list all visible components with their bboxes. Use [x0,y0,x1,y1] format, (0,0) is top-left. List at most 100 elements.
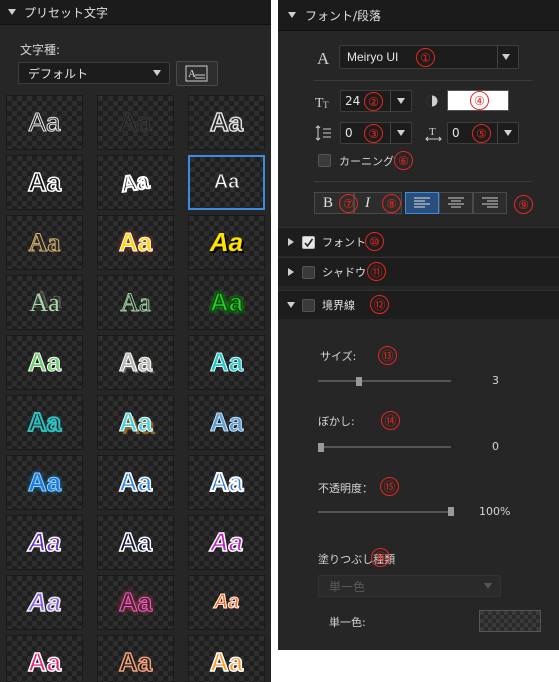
color-contrast-icon [426,95,438,107]
font-type-dropdown[interactable]: デフォルト [18,62,170,84]
preset-tile[interactable]: Aa [188,335,265,390]
chevron-down-icon [397,98,405,104]
annotation-13: ⑬ [378,346,397,365]
preset-sample-text: Aa [28,107,61,138]
preset-tile[interactable]: Aa [6,635,83,682]
preset-tile[interactable]: Aa [97,155,174,210]
annotation-15: ⑮ [380,477,399,496]
font-paragraph-title: フォント/段落 [305,8,382,23]
preset-sample-text: Aa [118,407,153,438]
preset-sample-text: Aa [29,287,60,317]
font-type-value: デフォルト [28,66,89,81]
font-paragraph-header[interactable]: フォント/段落 [278,0,559,31]
preset-tile[interactable]: Aa [97,335,174,390]
preset-tile[interactable]: Aa [188,155,265,210]
preset-tile[interactable]: Aa [188,395,265,450]
chevron-down-icon [397,130,405,136]
kerning-label: カーニング [339,155,394,168]
preset-tile[interactable]: Aa [97,215,174,270]
preset-tile[interactable]: Aa [188,515,265,570]
preset-sample-text: Aa [120,287,151,317]
preset-tile[interactable]: Aa [188,215,265,270]
preset-tile[interactable]: Aa [6,155,83,210]
preset-text-panel: プリセット文字 文字種: デフォルト A Aa Aa Aa Aa Aa Aa Aa Aa Aa A… [0,0,271,682]
font-section-checkbox[interactable] [302,235,315,249]
preset-sample-text: Aa [118,646,153,678]
text-preview-icon: A [185,65,208,82]
text-preview-button[interactable]: A [176,61,218,86]
preset-sample-text: Aa [209,466,244,498]
border-blur-slider[interactable] [318,446,451,448]
preset-sample-text: Aa [209,646,244,678]
preset-tile[interactable]: Aa [6,575,83,630]
char-spacing-icon: T [425,126,442,141]
shadow-section-header[interactable]: シャドウ [278,257,559,286]
preset-sample-text: Aa [209,526,244,558]
text-properties-panel: フォント/段落 A Meiryo UI ① T T 24 ② ④ 0 ③ T 0… [278,0,559,650]
preset-tile[interactable]: Aa [97,515,174,570]
preset-tile[interactable]: Aa [6,215,83,270]
border-size-slider[interactable] [318,380,451,382]
shadow-section-checkbox[interactable] [302,265,315,279]
expand-arrow-icon[interactable] [288,268,294,276]
align-right-icon [482,197,498,208]
preset-tile[interactable]: Aa [6,95,83,150]
preset-tile[interactable]: Aa [6,455,83,510]
collapse-arrow-icon[interactable] [288,12,296,18]
preset-panel-header[interactable]: プリセット文字 [0,0,271,25]
preset-sample-text: Aa [27,347,62,378]
preset-tile[interactable]: Aa [188,275,265,330]
single-color-label: 単一色: [329,616,366,629]
chevron-down-icon [153,70,161,76]
line-spacing-value: 0 [345,126,353,140]
border-opacity-slider-thumb[interactable] [448,507,454,516]
annotation-5: ⑤ [472,124,491,143]
preset-tile[interactable]: Aa [188,95,265,150]
font-section-header[interactable]: フォント [278,227,559,256]
border-size-slider-thumb[interactable] [356,377,363,386]
collapse-arrow-icon[interactable] [287,302,295,308]
preset-tile[interactable]: Aa [188,575,265,630]
preset-tile[interactable]: Aa [6,395,83,450]
preset-sample-text: Aa [118,347,153,378]
annotation-8: ⑧ [382,194,401,213]
border-section-header[interactable]: 境界線 [278,290,559,319]
preset-tile[interactable]: Aa [97,635,174,682]
border-opacity-value: 100% [479,505,511,518]
kerning-checkbox[interactable] [318,154,331,167]
preset-tile[interactable]: Aa [188,635,265,682]
preset-tile[interactable]: Aa [97,95,174,150]
align-right-button[interactable] [473,192,507,214]
border-blur-value: 0 [492,440,499,453]
preset-tile[interactable]: Aa [6,275,83,330]
preset-tile[interactable]: Aa [97,395,174,450]
border-section-checkbox[interactable] [302,298,315,312]
align-center-button[interactable] [439,192,473,214]
font-size-value: 24 [345,94,361,108]
preset-tile[interactable]: Aa [97,575,174,630]
preset-tile[interactable]: Aa [97,275,174,330]
expand-arrow-icon[interactable] [288,238,294,246]
preset-tile[interactable]: Aa [188,455,265,510]
border-blur-slider-thumb[interactable] [318,443,324,452]
fill-type-dropdown[interactable]: 単一色 [318,575,501,597]
preset-sample-text: Aa [118,466,153,498]
preset-tile[interactable]: Aa [6,515,83,570]
collapse-arrow-icon[interactable] [8,9,16,15]
preset-sample-text: Aa [27,406,62,438]
preset-tile[interactable]: Aa [6,335,83,390]
single-color-swatch[interactable] [479,610,541,632]
preset-tile[interactable]: Aa [97,455,174,510]
checkmark-icon [304,238,314,247]
border-opacity-slider[interactable] [318,511,454,513]
svg-text:T: T [323,100,329,110]
shadow-section-label: シャドウ [322,266,366,279]
svg-text:A: A [188,68,196,80]
annotation-4: ④ [470,91,489,110]
preset-sample-text: Aa [118,526,153,558]
preset-sample-text: Aa [213,171,240,194]
border-size-value: 3 [492,374,499,387]
align-left-button[interactable] [405,192,439,214]
font-section-label: フォント [322,236,366,249]
annotation-14: ⑭ [381,411,400,430]
